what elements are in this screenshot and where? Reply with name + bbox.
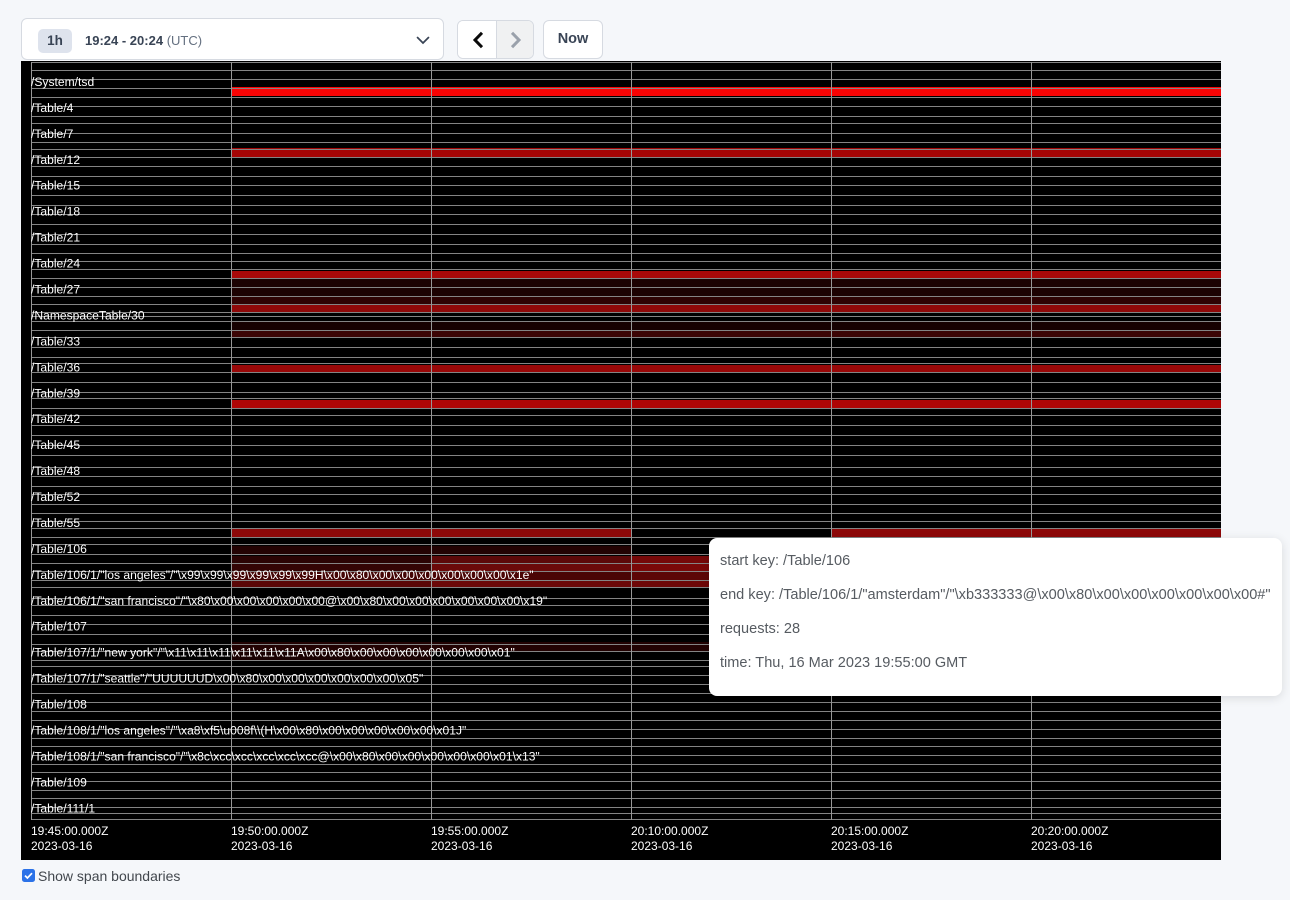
svg-text:2023-03-16: 2023-03-16 [231,839,293,853]
svg-text:/System/tsd: /System/tsd [31,75,94,89]
svg-text:2023-03-16: 2023-03-16 [1031,839,1093,853]
svg-text:/Table/18: /Table/18 [31,205,80,219]
svg-text:/Table/55: /Table/55 [31,516,80,530]
svg-text:/Table/107/1/"seattle"/"UUUUUU: /Table/107/1/"seattle"/"UUUUUUD\x00\x80\… [31,672,423,686]
svg-text:/Table/106/1/"los angeles"/"\x: /Table/106/1/"los angeles"/"\x99\x99\x99… [31,568,534,582]
svg-text:19:55:00.000Z: 19:55:00.000Z [431,824,508,838]
svg-text:/Table/24: /Table/24 [31,257,80,271]
svg-text:/Table/15: /Table/15 [31,179,80,193]
svg-text:/Table/107/1/"new york"/"\x11\: /Table/107/1/"new york"/"\x11\x11\x11\x1… [31,646,515,660]
svg-text:20:20:00.000Z: 20:20:00.000Z [1031,824,1108,838]
svg-text:/Table/4: /Table/4 [31,101,74,115]
svg-text:/Table/48: /Table/48 [31,464,80,478]
svg-text:/Table/33: /Table/33 [31,334,80,348]
svg-text:/Table/45: /Table/45 [31,438,80,452]
svg-text:/Table/12: /Table/12 [31,153,80,167]
svg-text:2023-03-16: 2023-03-16 [431,839,493,853]
svg-text:/Table/111/1: /Table/111/1 [31,801,95,815]
svg-text:/Table/42: /Table/42 [31,412,80,426]
svg-text:19:45:00.000Z: 19:45:00.000Z [31,824,108,838]
svg-text:/NamespaceTable/30: /NamespaceTable/30 [31,308,145,322]
svg-text:/Table/109: /Table/109 [31,775,87,789]
svg-text:2023-03-16: 2023-03-16 [31,839,93,853]
svg-text:2023-03-16: 2023-03-16 [631,839,693,853]
svg-text:19:50:00.000Z: 19:50:00.000Z [231,824,308,838]
svg-text:20:10:00.000Z: 20:10:00.000Z [631,824,708,838]
svg-text:/Table/108/1/"san francisco"/": /Table/108/1/"san francisco"/"\x8c\xcc\x… [31,749,540,763]
svg-text:/Table/27: /Table/27 [31,283,80,297]
svg-text:/Table/106: /Table/106 [31,542,87,556]
svg-text:/Table/21: /Table/21 [31,231,80,245]
svg-text:/Table/52: /Table/52 [31,490,80,504]
svg-text:/Table/108/1/"los angeles"/"\x: /Table/108/1/"los angeles"/"\xa8\xf5\u00… [31,724,466,738]
svg-text:/Table/108: /Table/108 [31,698,87,712]
svg-text:20:15:00.000Z: 20:15:00.000Z [831,824,908,838]
svg-text:/Table/36: /Table/36 [31,360,80,374]
svg-text:/Table/106/1/"san francisco"/": /Table/106/1/"san francisco"/"\x80\x00\x… [31,594,547,608]
svg-text:/Table/107: /Table/107 [31,620,87,634]
svg-text:/Table/7: /Table/7 [31,127,74,141]
svg-text:2023-03-16: 2023-03-16 [831,839,893,853]
svg-text:/Table/39: /Table/39 [31,386,80,400]
